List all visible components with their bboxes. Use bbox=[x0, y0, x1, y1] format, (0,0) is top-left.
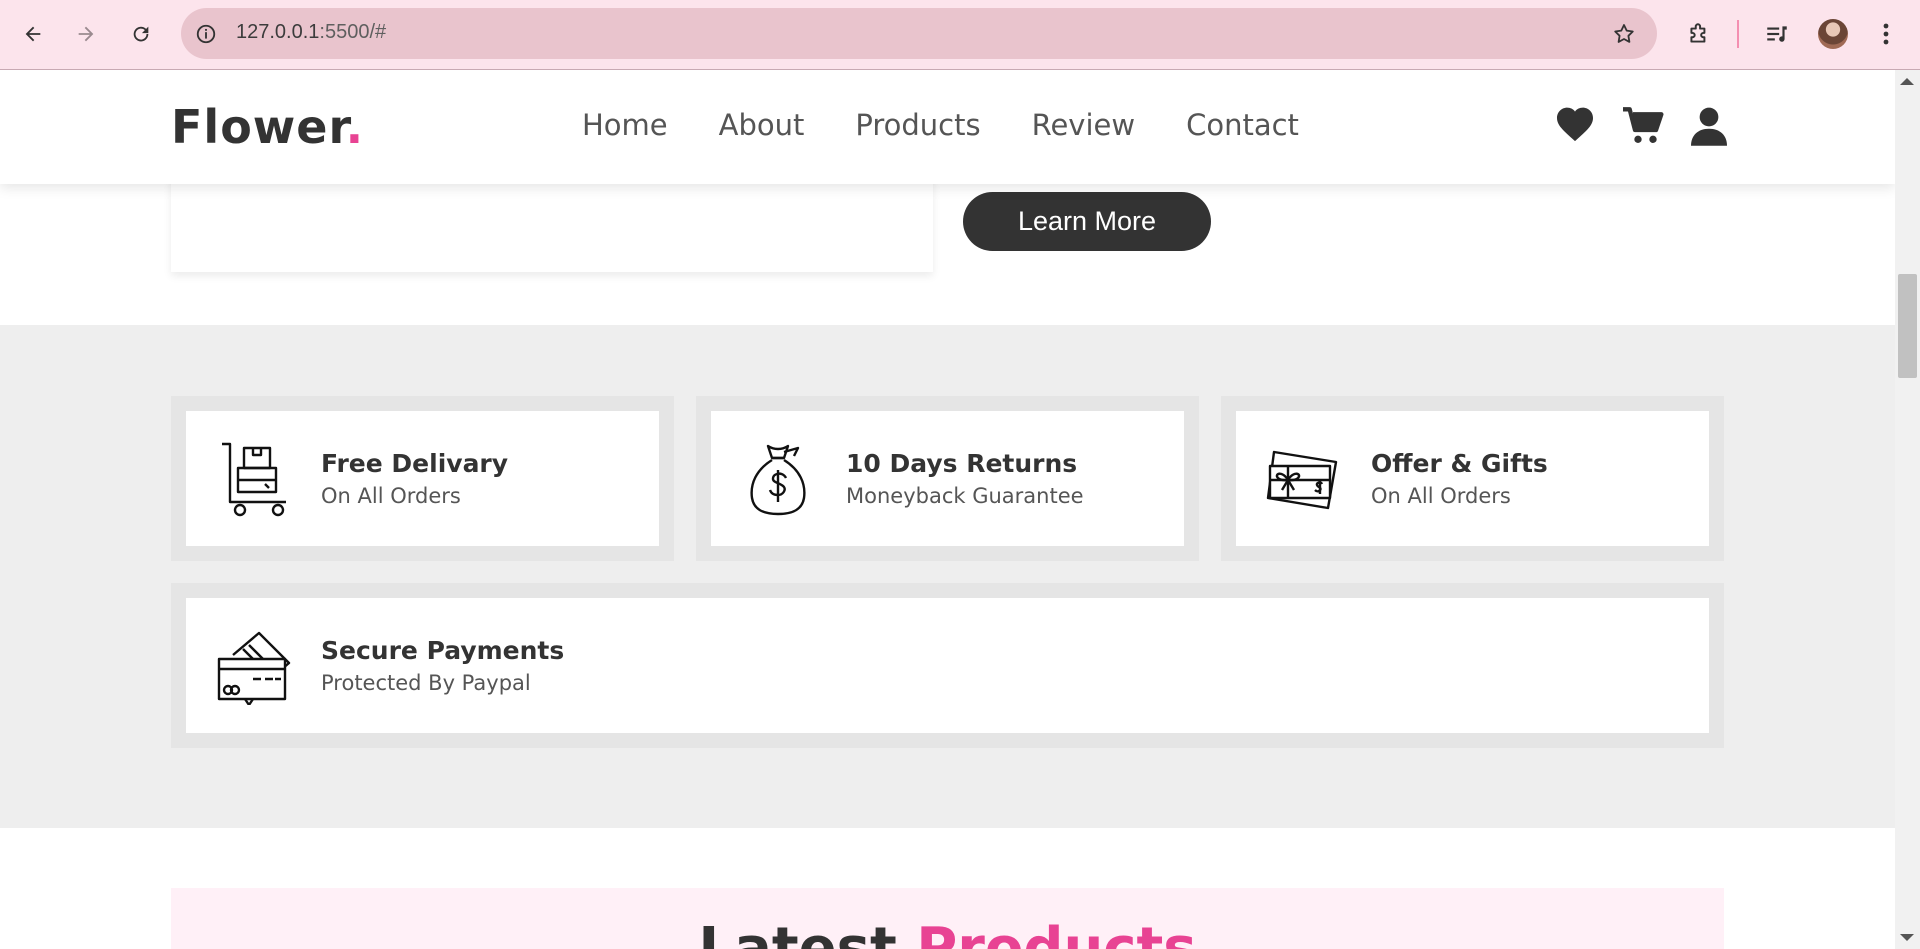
feature-title: Free Delivary bbox=[321, 449, 509, 478]
feature-card-delivery: Free Delivary On All Orders bbox=[171, 396, 674, 561]
address-bar[interactable] bbox=[181, 8, 1657, 59]
back-button[interactable] bbox=[13, 14, 53, 54]
scroll-up-arrow[interactable] bbox=[1900, 78, 1914, 85]
feature-text: 10 Days Returns Moneyback Guarantee bbox=[846, 449, 1084, 508]
nav-review[interactable]: Review bbox=[1032, 108, 1135, 142]
site-info-icon bbox=[196, 24, 216, 44]
forward-button[interactable] bbox=[66, 14, 106, 54]
feature-text: Free Delivary On All Orders bbox=[321, 449, 508, 508]
account-link[interactable] bbox=[1691, 106, 1727, 150]
feature-title: 10 Days Returns bbox=[846, 449, 1078, 478]
wishlist-link[interactable] bbox=[1555, 106, 1595, 146]
site-logo[interactable]: Flower. bbox=[171, 100, 364, 154]
feature-text: Secure Payments Protected By Paypal bbox=[321, 636, 564, 695]
nav-products[interactable]: Products bbox=[855, 108, 980, 142]
delivery-cart-icon bbox=[221, 442, 286, 516]
cart-link[interactable] bbox=[1621, 106, 1665, 150]
feature-subtitle: Protected By Paypal bbox=[321, 671, 531, 695]
user-icon bbox=[1691, 107, 1727, 146]
gift-card-icon bbox=[1266, 450, 1337, 509]
site-header: Flower. Home About Products Review Conta… bbox=[0, 70, 1895, 184]
media-queue-icon bbox=[1767, 26, 1787, 42]
feature-icon-wrap bbox=[186, 440, 321, 518]
media-queue-button[interactable] bbox=[1762, 19, 1792, 49]
scroll-down-arrow[interactable] bbox=[1900, 934, 1914, 941]
feature-text: Offer & Gifts On All Orders bbox=[1371, 449, 1548, 508]
features-section: Free Delivary On All Orders 10 Days Retu… bbox=[0, 325, 1895, 828]
bookmark-button[interactable] bbox=[1610, 20, 1638, 48]
bookmark-star-icon bbox=[1614, 24, 1634, 43]
page-scrollbar[interactable] bbox=[1895, 70, 1920, 949]
money-bag-icon bbox=[749, 444, 806, 515]
heading-accent: Products bbox=[916, 916, 1197, 949]
toolbar-separator bbox=[1737, 20, 1739, 48]
feature-card-returns: 10 Days Returns Moneyback Guarantee bbox=[696, 396, 1199, 561]
feature-card-payments: Secure Payments Protected By Paypal bbox=[171, 583, 1724, 748]
url-text[interactable]: 127.0.0.1:5500/# bbox=[236, 21, 386, 44]
feature-title: Offer & Gifts bbox=[1371, 449, 1548, 478]
feature-icon-wrap bbox=[1236, 446, 1371, 512]
credit-card-icon bbox=[217, 631, 290, 705]
feature-card-gifts: Offer & Gifts On All Orders bbox=[1221, 396, 1724, 561]
feature-title: Secure Payments bbox=[321, 636, 565, 665]
logo-text: Flower bbox=[171, 100, 346, 154]
about-image-card bbox=[171, 170, 933, 272]
site-info-button[interactable] bbox=[193, 21, 219, 47]
reload-icon bbox=[133, 26, 149, 42]
nav-about[interactable]: About bbox=[719, 108, 805, 142]
nav-home[interactable]: Home bbox=[582, 108, 668, 142]
url-path: :5500/# bbox=[319, 21, 387, 43]
more-menu-icon bbox=[1883, 23, 1889, 45]
feature-subtitle: On All Orders bbox=[321, 484, 461, 508]
more-menu-button[interactable] bbox=[1874, 19, 1898, 49]
products-section: Latest Products bbox=[171, 888, 1724, 949]
feature-icon-wrap bbox=[711, 440, 846, 518]
url-host: 127.0.0.1 bbox=[236, 21, 320, 43]
heart-icon bbox=[1557, 107, 1593, 142]
products-heading: Latest Products bbox=[171, 916, 1724, 949]
reload-button[interactable] bbox=[121, 14, 161, 54]
scrollbar-thumb[interactable] bbox=[1898, 274, 1917, 378]
extensions-icon bbox=[1690, 23, 1706, 43]
page-viewport: Learn More Flower. Home About Products R… bbox=[0, 70, 1895, 949]
profile-avatar[interactable] bbox=[1818, 19, 1848, 49]
feature-subtitle: On All Orders bbox=[1371, 484, 1511, 508]
feature-subtitle: Moneyback Guarantee bbox=[846, 484, 1084, 508]
extensions-button[interactable] bbox=[1684, 19, 1714, 49]
forward-arrow-icon bbox=[78, 26, 94, 42]
learn-more-button[interactable]: Learn More bbox=[963, 192, 1211, 251]
cart-icon bbox=[1623, 107, 1664, 143]
nav-contact[interactable]: Contact bbox=[1186, 108, 1299, 142]
feature-icon-wrap bbox=[186, 627, 321, 705]
browser-toolbar: 127.0.0.1:5500/# bbox=[0, 0, 1920, 70]
main-nav: Home About Products Review Contact bbox=[582, 108, 1299, 142]
logo-dot: . bbox=[345, 100, 365, 154]
heading-main: Latest bbox=[698, 916, 897, 949]
back-arrow-icon bbox=[25, 26, 41, 42]
